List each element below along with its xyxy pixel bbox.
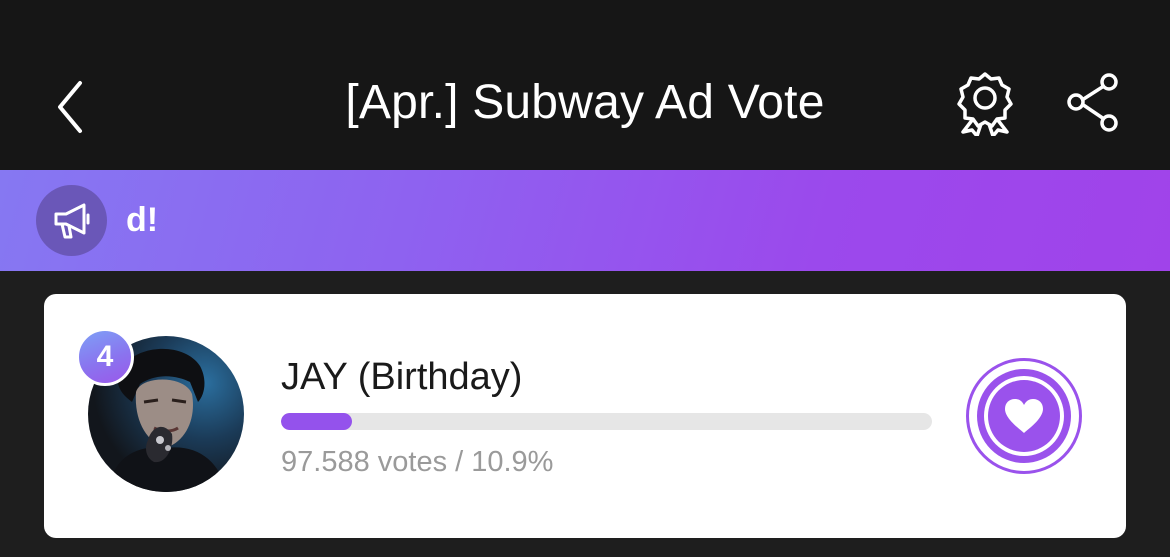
top-bar: [Apr.] Subway Ad Vote	[0, 0, 1170, 170]
award-ribbon-icon	[957, 72, 1013, 136]
share-icon	[1067, 73, 1118, 132]
banner-text: d!	[126, 201, 159, 239]
vote-progress-fill	[281, 413, 352, 430]
vote-button[interactable]	[966, 358, 1082, 474]
vote-count: 97.588 votes / 10.9%	[281, 446, 554, 478]
share-button[interactable]	[1058, 68, 1128, 138]
vote-progress-bar	[281, 413, 932, 430]
heart-icon	[1005, 399, 1043, 433]
megaphone-icon	[54, 203, 89, 238]
megaphone-badge	[36, 185, 107, 256]
rank-badge: 4	[76, 328, 134, 386]
candidate-card: 4 JAY (Birthday) 97.588 votes / 10.9%	[44, 294, 1126, 538]
announcement-banner[interactable]: d!	[0, 170, 1170, 271]
candidate-name: JAY (Birthday)	[281, 356, 523, 398]
award-button[interactable]	[950, 68, 1020, 138]
